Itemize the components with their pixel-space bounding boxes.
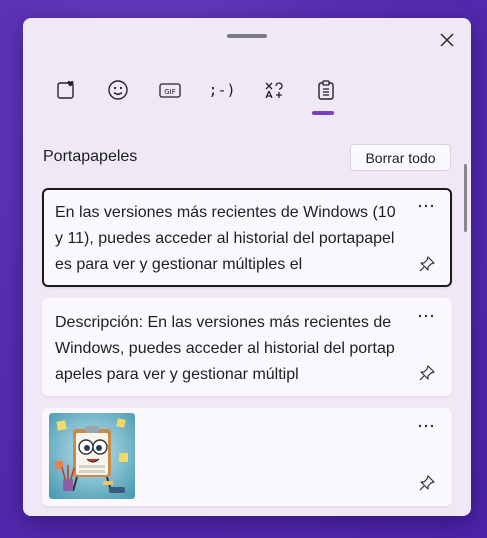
tab-emoji[interactable] bbox=[101, 76, 135, 104]
scrollbar-thumb[interactable] bbox=[464, 164, 467, 232]
drag-handle[interactable] bbox=[227, 34, 267, 38]
more-options-button[interactable] bbox=[414, 416, 438, 436]
pin-icon bbox=[419, 256, 435, 272]
clipboard-item-image[interactable] bbox=[42, 408, 452, 506]
pin-button[interactable] bbox=[416, 472, 438, 494]
tab-kaomoji[interactable]: ;-) bbox=[205, 76, 239, 104]
close-icon bbox=[440, 33, 454, 47]
clipboard-icon bbox=[318, 80, 334, 100]
clipboard-item-text: En las versiones más recientes de Window… bbox=[55, 204, 396, 273]
kaomoji-icon: ;-) bbox=[208, 81, 236, 99]
close-button[interactable] bbox=[435, 28, 459, 52]
svg-text:GIF: GIF bbox=[164, 88, 176, 96]
section-title: Portapapeles bbox=[43, 148, 138, 165]
pin-button[interactable] bbox=[416, 362, 438, 384]
clipboard-item-text: Descripción: En las versiones más recien… bbox=[55, 314, 395, 383]
more-icon bbox=[418, 314, 434, 318]
symbols-icon bbox=[265, 82, 283, 99]
tab-clipboard[interactable] bbox=[309, 76, 343, 104]
category-toolbar: GIF ;-) bbox=[49, 76, 349, 116]
emoji-favorites-icon bbox=[57, 81, 74, 99]
tab-emoji-favorites[interactable] bbox=[49, 76, 83, 104]
more-icon bbox=[418, 204, 434, 208]
more-options-button[interactable] bbox=[414, 306, 438, 326]
emoji-icon bbox=[108, 80, 128, 100]
gif-icon: GIF bbox=[159, 83, 181, 98]
active-tab-indicator bbox=[312, 111, 334, 115]
clipboard-image-thumbnail bbox=[49, 413, 135, 499]
clipboard-panel: GIF ;-) Portapapeles Borrar todo En las … bbox=[23, 18, 471, 516]
tab-gif[interactable]: GIF bbox=[153, 76, 187, 104]
clipboard-item[interactable]: Descripción: En las versiones más recien… bbox=[42, 298, 452, 396]
pin-icon bbox=[419, 365, 435, 381]
tab-symbols[interactable] bbox=[257, 76, 291, 104]
clipboard-item[interactable]: En las versiones más recientes de Window… bbox=[42, 188, 452, 287]
more-options-button[interactable] bbox=[414, 196, 438, 216]
clear-all-button[interactable]: Borrar todo bbox=[350, 144, 451, 171]
more-icon bbox=[418, 424, 434, 428]
pin-button[interactable] bbox=[416, 253, 438, 275]
pin-icon bbox=[419, 475, 435, 491]
